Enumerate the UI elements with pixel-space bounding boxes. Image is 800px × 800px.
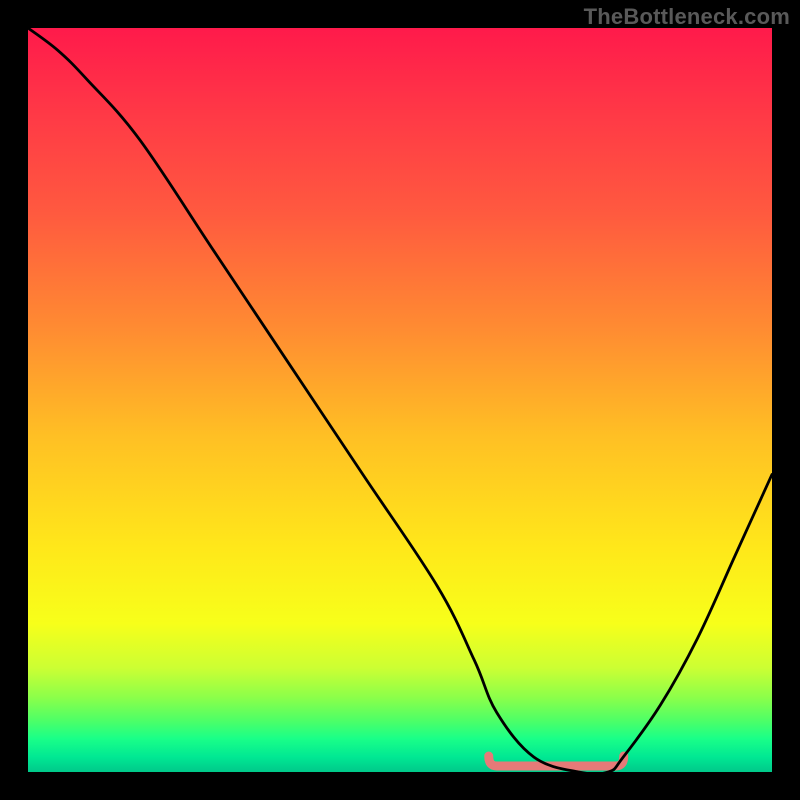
watermark-text: TheBottleneck.com [584,4,790,30]
chart-frame: TheBottleneck.com [0,0,800,800]
bottleneck-chart [28,28,772,772]
